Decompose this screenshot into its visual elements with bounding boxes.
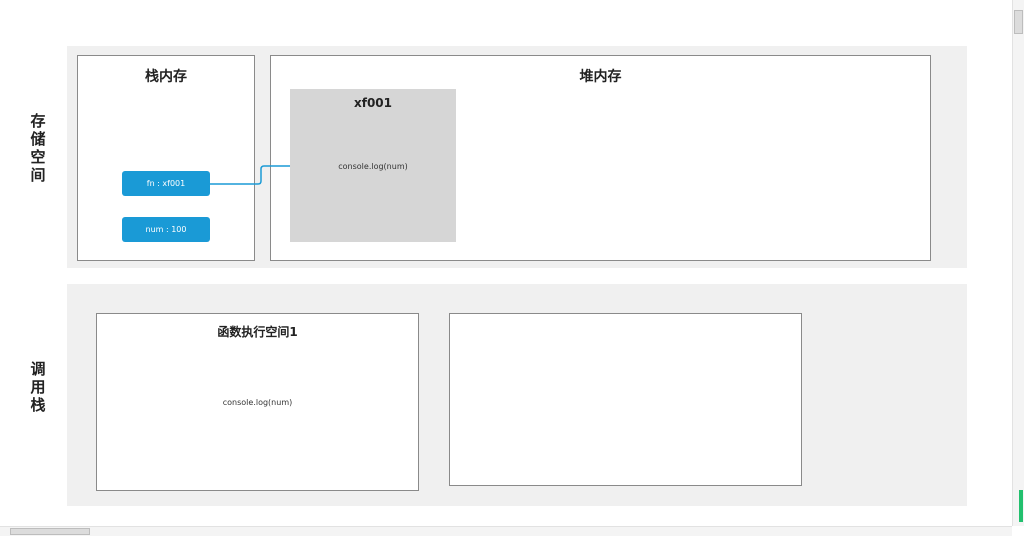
execution-space-empty	[449, 313, 802, 486]
heap-object-code: console.log(num)	[338, 162, 408, 171]
horizontal-scrollbar[interactable]	[0, 526, 1012, 536]
heap-memory-title: 堆内存	[579, 69, 622, 85]
storage-side-label: 存储空间	[30, 112, 46, 184]
callstack-side-label: 调用栈	[30, 360, 46, 414]
stack-memory-title: 栈内存	[145, 69, 187, 85]
execution-space-title: 函数执行空间1	[217, 325, 298, 339]
heap-object-xf001: xf001 console.log(num)	[290, 89, 456, 242]
heap-object-title: xf001	[353, 96, 392, 110]
vertical-scrollbar[interactable]	[1012, 0, 1024, 526]
execution-space-1: 函数执行空间1 console.log(num)	[96, 313, 419, 491]
scroll-position-indicator	[1019, 490, 1023, 522]
stack-item-num: num : 100	[122, 217, 210, 242]
stack-item-fn: fn : xf001	[122, 171, 210, 196]
execution-space-code: console.log(num)	[222, 398, 293, 407]
horizontal-scroll-thumb[interactable]	[10, 528, 90, 535]
vertical-scroll-thumb[interactable]	[1014, 10, 1023, 34]
